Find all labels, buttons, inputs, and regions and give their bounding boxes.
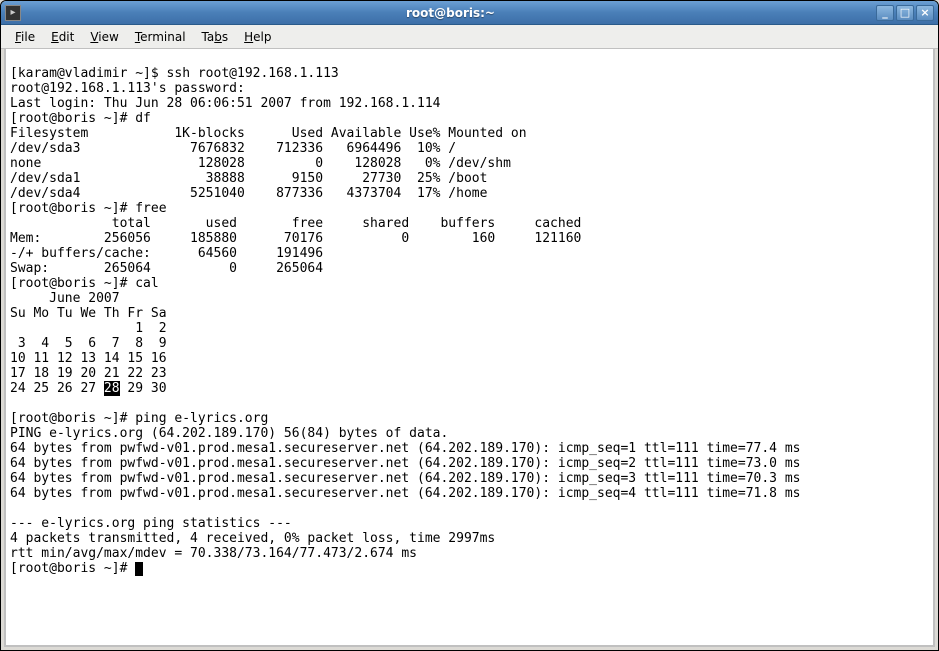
menu-tabs[interactable]: Tabs xyxy=(194,28,237,46)
menu-help[interactable]: Help xyxy=(236,28,279,46)
terminal-line: [karam@vladimir ~]$ ssh root@192.168.1.1… xyxy=(10,66,339,81)
free-row: Mem: 256056 185880 70176 0 160 121160 xyxy=(10,231,581,246)
prompt: [root@boris ~]# xyxy=(10,411,135,426)
cmd: cal xyxy=(135,276,158,291)
ping-reply: 64 bytes from pwfwd-v01.prod.mesa1.secur… xyxy=(10,441,801,456)
terminal-line: root@192.168.1.113's password: xyxy=(10,81,245,96)
terminal-window: ▸ root@boris:~ _ □ × File Edit View Term… xyxy=(0,0,939,651)
cmd: ssh root@192.168.1.113 xyxy=(167,66,339,81)
cmd: ping e-lyrics.org xyxy=(135,411,268,426)
terminal-line: [root@boris ~]# df xyxy=(10,111,151,126)
cal-today: 28 xyxy=(104,381,120,396)
cmd: df xyxy=(135,111,151,126)
terminal-line: [root@boris ~]# cal xyxy=(10,276,159,291)
cal-post: 29 30 xyxy=(120,381,167,396)
df-header: Filesystem 1K-blocks Used Available Use%… xyxy=(10,126,527,141)
cal-days: Su Mo Tu We Th Fr Sa xyxy=(10,306,167,321)
prompt: [karam@vladimir ~]$ xyxy=(10,66,167,81)
terminal-line: [root@boris ~]# free xyxy=(10,201,167,216)
maximize-button[interactable]: □ xyxy=(896,5,914,21)
df-row: /dev/sda3 7676832 712336 6964496 10% / xyxy=(10,141,456,156)
terminal-output[interactable]: [karam@vladimir ~]$ ssh root@192.168.1.1… xyxy=(4,49,935,647)
df-row: /dev/sda1 38888 9150 27730 25% /boot xyxy=(10,171,487,186)
prompt: [root@boris ~]# xyxy=(10,201,135,216)
ping-stats: rtt min/avg/max/mdev = 70.338/73.164/77.… xyxy=(10,546,417,561)
prompt: [root@boris ~]# xyxy=(10,111,135,126)
cmd: free xyxy=(135,201,166,216)
ping-reply: 64 bytes from pwfwd-v01.prod.mesa1.secur… xyxy=(10,471,801,486)
ping-reply: 64 bytes from pwfwd-v01.prod.mesa1.secur… xyxy=(10,456,801,471)
window-controls: _ □ × xyxy=(876,5,934,21)
cal-week: 17 18 19 20 21 22 23 xyxy=(10,366,167,381)
menu-terminal[interactable]: Terminal xyxy=(127,28,194,46)
ping-stats: 4 packets transmitted, 4 received, 0% pa… xyxy=(10,531,495,546)
cal-pre: 24 25 26 27 xyxy=(10,381,104,396)
cal-week: 1 2 xyxy=(10,321,167,336)
menu-file[interactable]: File xyxy=(7,28,43,46)
cursor-block xyxy=(135,562,143,576)
cal-week: 24 25 26 27 28 29 30 xyxy=(10,381,167,396)
ping-stats-header: --- e-lyrics.org ping statistics --- xyxy=(10,516,292,531)
terminal-line: Last login: Thu Jun 28 06:06:51 2007 fro… xyxy=(10,96,440,111)
df-row: /dev/sda4 5251040 877336 4373704 17% /ho… xyxy=(10,186,487,201)
ping-reply: 64 bytes from pwfwd-v01.prod.mesa1.secur… xyxy=(10,486,801,501)
free-row: -/+ buffers/cache: 64560 191496 xyxy=(10,246,323,261)
window-title: root@boris:~ xyxy=(25,6,876,20)
free-row: Swap: 265064 0 265064 xyxy=(10,261,323,276)
menubar: File Edit View Terminal Tabs Help xyxy=(1,25,938,49)
prompt: [root@boris ~]# xyxy=(10,276,135,291)
free-header: total used free shared buffers cached xyxy=(10,216,581,231)
cal-week: 3 4 5 6 7 8 9 xyxy=(10,336,167,351)
menu-edit[interactable]: Edit xyxy=(43,28,82,46)
menu-view[interactable]: View xyxy=(82,28,126,46)
app-icon: ▸ xyxy=(5,5,21,21)
minimize-button[interactable]: _ xyxy=(876,5,894,21)
prompt: [root@boris ~]# xyxy=(10,561,135,576)
df-row: none 128028 0 128028 0% /dev/shm xyxy=(10,156,511,171)
titlebar[interactable]: ▸ root@boris:~ _ □ × xyxy=(1,1,938,25)
terminal-line: [root@boris ~]# xyxy=(10,561,143,576)
ping-header: PING e-lyrics.org (64.202.189.170) 56(84… xyxy=(10,426,448,441)
cal-title: June 2007 xyxy=(10,291,120,306)
terminal-line: [root@boris ~]# ping e-lyrics.org xyxy=(10,411,268,426)
close-button[interactable]: × xyxy=(916,5,934,21)
cal-week: 10 11 12 13 14 15 16 xyxy=(10,351,167,366)
